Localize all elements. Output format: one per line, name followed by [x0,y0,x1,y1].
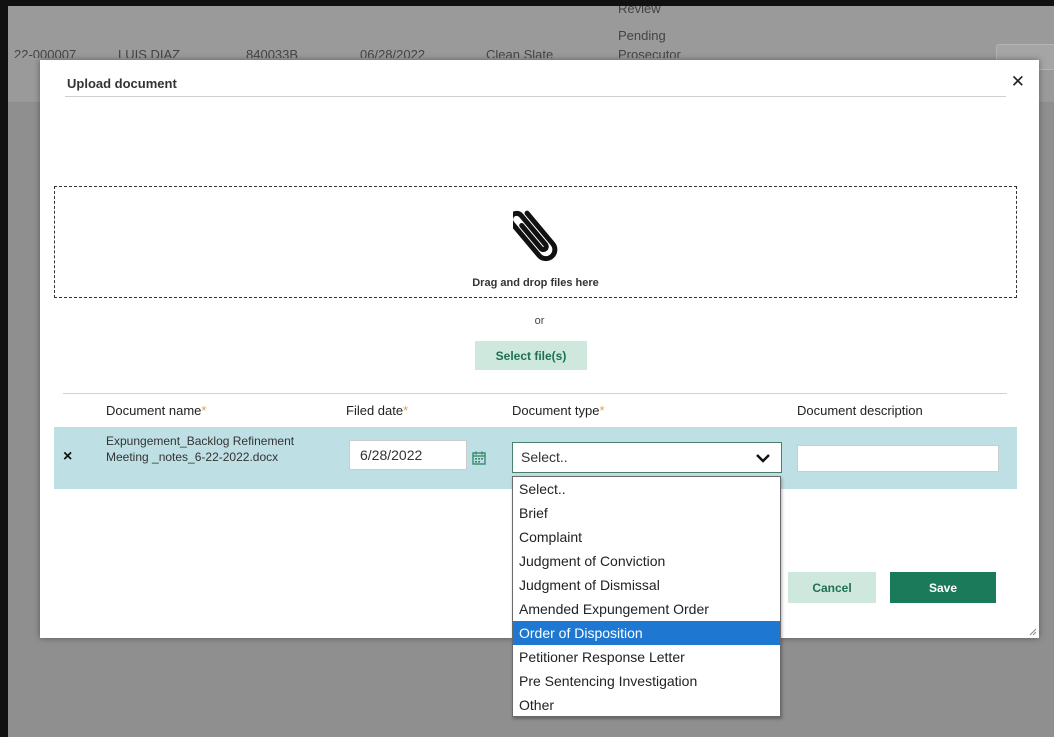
document-type-select[interactable]: Select.. [512,442,782,473]
bg-status-prosecutor: Prosecutor [618,50,681,58]
dropzone-text: Drag and drop files here [472,277,599,289]
remove-file-button[interactable]: × [63,448,72,466]
dropdown-option[interactable]: Judgment of Dismissal [513,573,780,597]
paperclip-icon [513,210,558,262]
file-name: Expungement_Backlog Refinement Meeting _… [106,434,295,464]
select-files-button[interactable]: Select file(s) [475,341,587,370]
dropdown-option[interactable]: Complaint [513,525,780,549]
bg-type: Clean Slate [486,50,554,58]
dropdown-option[interactable]: Amended Expungement Order [513,597,780,621]
dropdown-option[interactable]: Brief [513,501,780,525]
table-divider [63,393,1007,394]
document-type-value: Select.. [521,449,568,465]
file-dropzone[interactable]: Drag and drop files here [54,186,1017,298]
bg-status-review: Review [618,6,661,16]
required-marker: * [201,403,207,418]
bg-code: 840033B [246,50,299,58]
dropdown-option[interactable]: Select.. [513,477,780,501]
resize-handle-icon[interactable] [1029,628,1037,636]
save-button[interactable]: Save [890,572,996,603]
required-marker: * [403,403,409,418]
dropdown-option[interactable]: Pre Sentencing Investigation [513,669,780,693]
column-header-document-type: Document type* [512,403,605,418]
bg-case-number: 22-000007 [14,50,77,58]
dropdown-option[interactable]: Petitioner Response Letter [513,645,780,669]
filed-date-input[interactable]: 6/28/2022 [349,440,467,470]
column-header-document-name: Document name* [106,403,207,418]
close-icon[interactable]: ✕ [1011,72,1025,92]
modal-title: Upload document [67,76,177,91]
required-marker: * [599,403,605,418]
dropdown-option[interactable]: Other [513,693,780,717]
cancel-button[interactable]: Cancel [788,572,876,603]
calendar-icon[interactable] [472,451,486,465]
chevron-down-icon [756,454,770,463]
title-divider [65,96,1006,97]
or-separator: or [534,315,545,327]
dropdown-option-highlighted[interactable]: Order of Disposition [513,621,780,645]
dropdown-option[interactable]: Judgment of Conviction [513,549,780,573]
bg-defendant-name: LUIS DIAZ [118,50,181,58]
document-type-dropdown: Select.. Brief Complaint Judgment of Con… [512,476,781,717]
bg-date: 06/28/2022 [360,50,426,58]
column-header-document-description: Document description [797,403,923,418]
window-frame-left [0,0,8,737]
column-header-filed-date: Filed date* [346,403,409,418]
document-description-input[interactable] [797,445,999,472]
bg-status-pending: Pending [618,28,666,43]
